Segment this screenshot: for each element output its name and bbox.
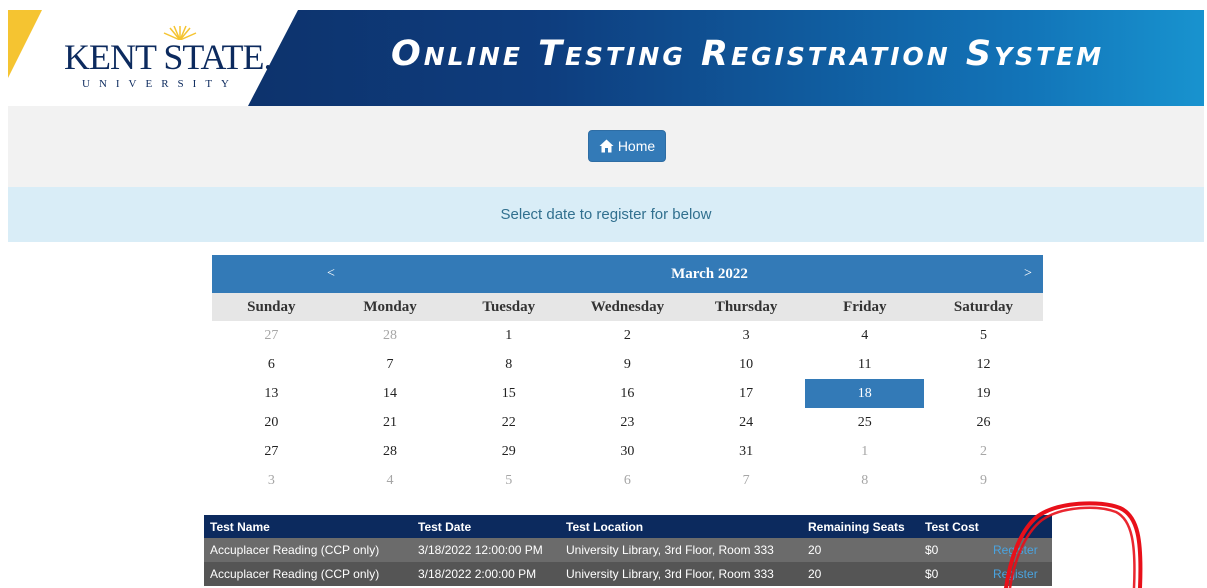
calendar-week: 6 7 8 9 10 11 12 xyxy=(212,350,1043,379)
calendar-day[interactable]: 17 xyxy=(687,379,806,408)
column-header: Test Cost xyxy=(919,515,987,538)
calendar-day[interactable]: 4 xyxy=(331,466,450,495)
table-header-row: Test Name Test Date Test Location Remain… xyxy=(204,515,1052,538)
calendar-day[interactable]: 19 xyxy=(924,379,1043,408)
test-location-cell: University Library, 3rd Floor, Room 333 xyxy=(560,562,802,586)
column-header: Test Location xyxy=(560,515,802,538)
calendar-day[interactable]: 7 xyxy=(687,466,806,495)
calendar-week: 27 28 29 30 31 1 2 xyxy=(212,437,1043,466)
calendar-day[interactable]: 2 xyxy=(568,321,687,350)
remaining-seats-cell: 20 xyxy=(802,562,919,586)
test-date-cell: 3/18/2022 2:00:00 PM xyxy=(412,562,560,586)
weekday-label: Wednesday xyxy=(590,299,665,315)
calendar-day-selected[interactable]: 18 xyxy=(805,379,925,408)
weekday-label: Sunday xyxy=(247,299,296,315)
test-cost-cell: $0 xyxy=(919,538,987,562)
calendar-day[interactable]: 31 xyxy=(687,437,806,466)
calendar-day[interactable]: 22 xyxy=(449,408,568,437)
calendar-day[interactable]: 9 xyxy=(924,466,1043,495)
home-button[interactable]: Home xyxy=(588,130,666,162)
calendar-day[interactable]: 9 xyxy=(568,350,687,379)
calendar-day[interactable]: 14 xyxy=(331,379,450,408)
nav-bar: Home xyxy=(8,106,1204,187)
calendar-week: 3 4 5 6 7 8 9 xyxy=(212,466,1043,495)
calendar-day[interactable]: 27 xyxy=(212,321,331,350)
calendar-week: 13 14 15 16 17 18 19 xyxy=(212,379,1043,408)
test-name-cell: Accuplacer Reading (CCP only) xyxy=(204,562,412,586)
calendar-header: < March 2022 > xyxy=(212,255,1043,293)
column-header: Remaining Seats xyxy=(802,515,919,538)
table-row: Accuplacer Reading (CCP only) 3/18/2022 … xyxy=(204,562,1052,586)
calendar-day[interactable]: 28 xyxy=(331,321,450,350)
calendar-month-title: March 2022 xyxy=(671,265,748,282)
home-button-label: Home xyxy=(617,138,656,154)
calendar-week: 27 28 1 2 3 4 5 xyxy=(212,321,1043,350)
calendar-day[interactable]: 8 xyxy=(805,466,924,495)
calendar-day[interactable]: 23 xyxy=(568,408,687,437)
calendar-day[interactable]: 11 xyxy=(805,350,924,379)
calendar-day[interactable]: 12 xyxy=(924,350,1043,379)
calendar-week: 20 21 22 23 24 25 26 xyxy=(212,408,1043,437)
logo-subtitle: UNIVERSITY xyxy=(82,78,238,90)
test-location-cell: University Library, 3rd Floor, Room 333 xyxy=(560,538,802,562)
register-link[interactable]: Register xyxy=(993,567,1038,581)
test-date-cell: 3/18/2022 12:00:00 PM xyxy=(412,538,560,562)
calendar-day[interactable]: 26 xyxy=(924,408,1043,437)
weekday-label: Thursday xyxy=(714,299,778,315)
register-cell: Register xyxy=(987,538,1052,562)
calendar-day[interactable]: 4 xyxy=(805,321,924,350)
calendar-day[interactable]: 13 xyxy=(212,379,331,408)
calendar-day[interactable]: 5 xyxy=(924,321,1043,350)
calendar-day[interactable]: 21 xyxy=(331,408,450,437)
page: KENT STATE. UNIVERSITY Online Testing Re… xyxy=(0,0,1207,588)
calendar-day[interactable]: 27 xyxy=(212,437,331,466)
calendar-day[interactable]: 5 xyxy=(449,466,568,495)
calendar-day[interactable]: 7 xyxy=(331,350,450,379)
column-header: Test Date xyxy=(412,515,560,538)
calendar-day[interactable]: 29 xyxy=(449,437,568,466)
calendar-day[interactable]: 16 xyxy=(568,379,687,408)
column-header: Test Name xyxy=(204,515,412,538)
calendar: < March 2022 > Sunday Monday Tuesday Wed… xyxy=(212,255,1043,495)
column-header xyxy=(987,515,1052,538)
page-title: Online Testing Registration System xyxy=(391,34,1105,74)
calendar-day[interactable]: 24 xyxy=(687,408,806,437)
calendar-day[interactable]: 1 xyxy=(805,437,924,466)
register-link[interactable]: Register xyxy=(993,543,1038,557)
calendar-day[interactable]: 3 xyxy=(212,466,331,495)
calendar-day[interactable]: 28 xyxy=(331,437,450,466)
table-row: Accuplacer Reading (CCP only) 3/18/2022 … xyxy=(204,538,1052,562)
next-month-button[interactable]: > xyxy=(1013,266,1043,282)
test-cost-cell: $0 xyxy=(919,562,987,586)
calendar-day[interactable]: 15 xyxy=(449,379,568,408)
weekday-label: Tuesday xyxy=(482,299,536,315)
remaining-seats-cell: 20 xyxy=(802,538,919,562)
calendar-day[interactable]: 10 xyxy=(687,350,806,379)
calendar-day[interactable]: 2 xyxy=(924,437,1043,466)
header-banner: KENT STATE. UNIVERSITY Online Testing Re… xyxy=(8,10,1204,106)
tests-table: Test Name Test Date Test Location Remain… xyxy=(204,515,1052,586)
calendar-day[interactable]: 6 xyxy=(568,466,687,495)
calendar-day[interactable]: 25 xyxy=(805,408,924,437)
calendar-day[interactable]: 20 xyxy=(212,408,331,437)
calendar-day[interactable]: 30 xyxy=(568,437,687,466)
test-name-cell: Accuplacer Reading (CCP only) xyxy=(204,538,412,562)
info-message: Select date to register for below xyxy=(8,187,1204,242)
logo-wordmark: KENT STATE. xyxy=(64,37,272,77)
prev-month-button[interactable]: < xyxy=(212,266,450,282)
calendar-day[interactable]: 6 xyxy=(212,350,331,379)
calendar-day[interactable]: 1 xyxy=(449,321,568,350)
register-cell: Register xyxy=(987,562,1052,586)
calendar-day[interactable]: 8 xyxy=(449,350,568,379)
kent-state-logo[interactable]: KENT STATE. UNIVERSITY xyxy=(64,24,272,94)
home-icon xyxy=(599,139,614,153)
calendar-day[interactable]: 3 xyxy=(687,321,806,350)
weekday-label: Monday xyxy=(363,299,417,315)
weekday-header: Sunday Monday Tuesday Wednesday Thursday… xyxy=(212,293,1043,321)
weekday-label: Saturday xyxy=(953,299,1014,315)
weekday-label: Friday xyxy=(843,299,887,315)
